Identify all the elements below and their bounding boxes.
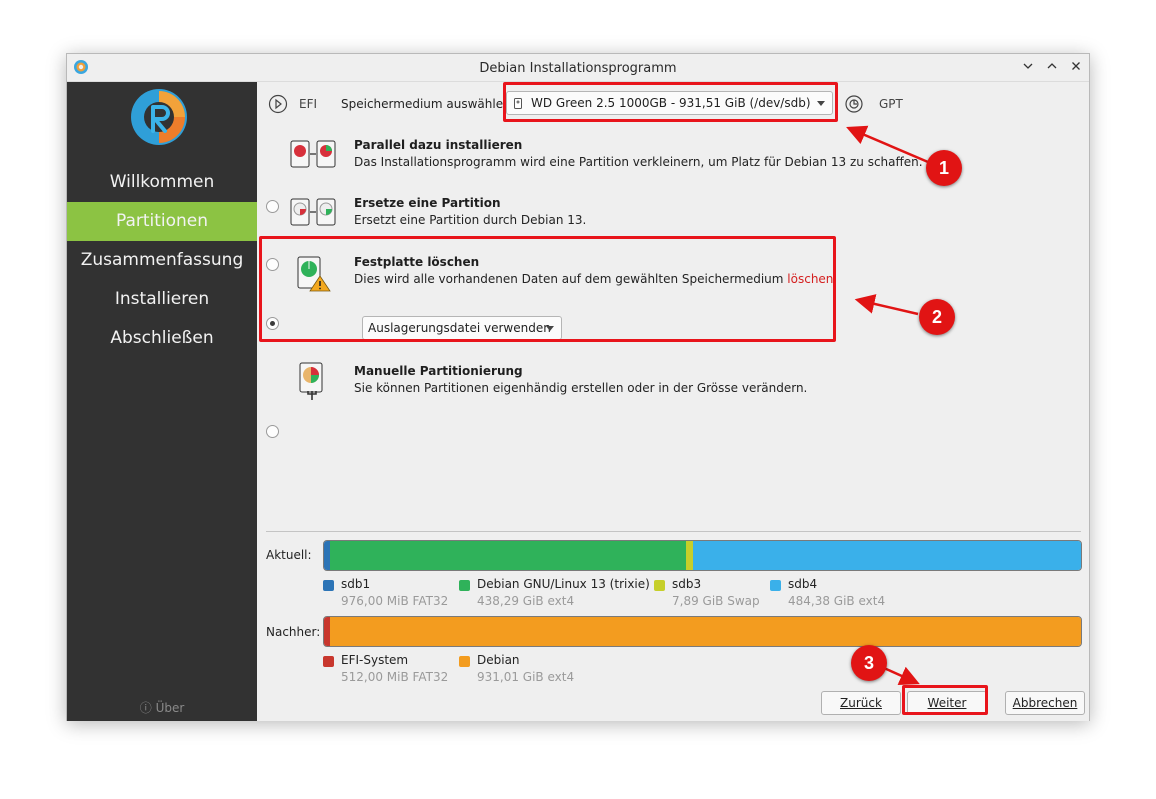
arrow-2 [854,294,919,316]
arrow-1 [846,125,929,164]
annotation-badge-1: 1 [926,150,962,186]
annotation-badge-2: 2 [919,299,955,335]
annotation-badge-3: 3 [851,645,887,681]
arrow-3 [883,666,920,686]
annotation-arrows [846,125,929,686]
